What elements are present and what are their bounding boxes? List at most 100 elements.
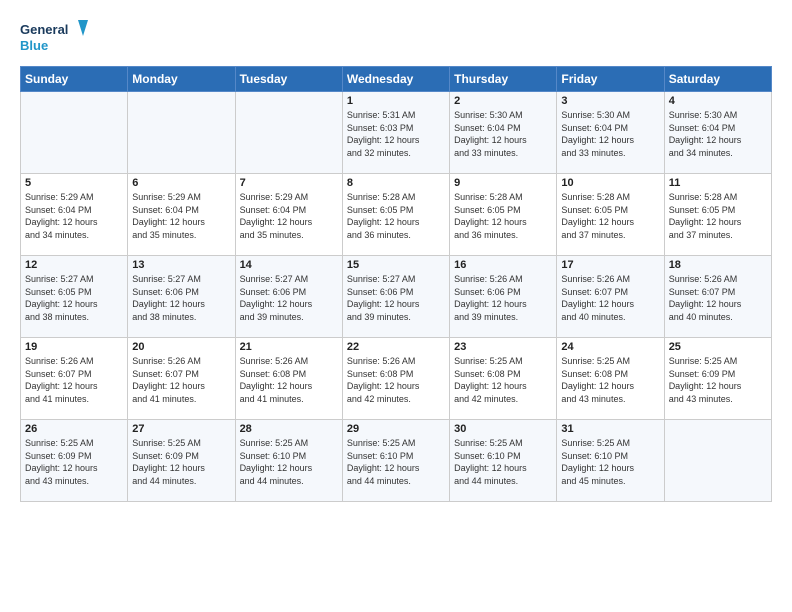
day-number: 24 [561,341,659,353]
svg-text:Blue: Blue [20,38,48,53]
day-number: 15 [347,259,445,271]
day-info: Sunrise: 5:26 AM Sunset: 6:07 PM Dayligh… [561,273,659,323]
day-number: 22 [347,341,445,353]
logo-svg: General Blue [20,16,90,58]
cell-week4-day4: 22 Sunrise: 5:26 AM Sunset: 6:08 PM Dayli… [342,338,449,420]
cell-week1-day1 [21,92,128,174]
cell-week3-day3: 14 Sunrise: 5:27 AM Sunset: 6:06 PM Dayli… [235,256,342,338]
calendar-table: SundayMondayTuesdayWednesdayThursdayFrid… [20,66,772,502]
cell-week3-day2: 13Sunrise: 5:27 AM Sunset: 6:06 PM Dayli… [128,256,235,338]
cell-week2-day5: 9 Sunrise: 5:28 AM Sunset: 6:05 PM Daylig… [450,174,557,256]
cell-week4-day5: 23Sunrise: 5:25 AM Sunset: 6:08 PM Dayli… [450,338,557,420]
day-number: 8 [347,177,445,189]
day-info: Sunrise: 5:25 AM Sunset: 6:09 PM Dayligh… [669,355,767,405]
day-number: 16 [454,259,552,271]
day-info: Sunrise: 5:31 AM Sunset: 6:03 PM Dayligh… [347,109,445,159]
day-number: 30 [454,423,552,435]
cell-week4-day2: 20 Sunrise: 5:26 AM Sunset: 6:07 PM Dayli… [128,338,235,420]
cell-week1-day6: 3Sunrise: 5:30 AM Sunset: 6:04 PM Daylig… [557,92,664,174]
cell-week3-day1: 12 Sunrise: 5:27 AM Sunset: 6:05 PM Dayli… [21,256,128,338]
cell-week1-day7: 4 Sunrise: 5:30 AM Sunset: 6:04 PM Daylig… [664,92,771,174]
day-info: Sunrise: 5:25 AM Sunset: 6:08 PM Dayligh… [454,355,552,405]
day-number: 13 [132,259,230,271]
day-info: Sunrise: 5:26 AM Sunset: 6:07 PM Dayligh… [25,355,123,405]
day-number: 7 [240,177,338,189]
cell-week5-day7 [664,420,771,502]
day-info: Sunrise: 5:25 AM Sunset: 6:10 PM Dayligh… [347,437,445,487]
week-row-5: 26 Sunrise: 5:25 AM Sunset: 6:09 PM Dayli… [21,420,772,502]
day-info: Sunrise: 5:26 AM Sunset: 6:07 PM Dayligh… [669,273,767,323]
cell-week5-day1: 26Sunrise: 5:25 AM Sunset: 6:09 PM Dayli… [21,420,128,502]
cell-week3-day6: 17 Sunrise: 5:26 AM Sunset: 6:07 PM Dayli… [557,256,664,338]
week-row-3: 12 Sunrise: 5:27 AM Sunset: 6:05 PM Dayli… [21,256,772,338]
cell-week2-day2: 6Sunrise: 5:29 AM Sunset: 6:04 PM Daylig… [128,174,235,256]
cell-week1-day3 [235,92,342,174]
cell-week3-day5: 16Sunrise: 5:26 AM Sunset: 6:06 PM Dayli… [450,256,557,338]
day-info: Sunrise: 5:27 AM Sunset: 6:06 PM Dayligh… [240,273,338,323]
header: General Blue [20,16,772,58]
logo: General Blue [20,16,90,58]
day-number: 17 [561,259,659,271]
cell-week2-day4: 8 Sunrise: 5:28 AM Sunset: 6:05 PM Daylig… [342,174,449,256]
day-number: 12 [25,259,123,271]
week-row-1: 1Sunrise: 5:31 AM Sunset: 6:03 PM Daylig… [21,92,772,174]
day-info: Sunrise: 5:29 AM Sunset: 6:04 PM Dayligh… [132,191,230,241]
day-number: 28 [240,423,338,435]
day-info: Sunrise: 5:30 AM Sunset: 6:04 PM Dayligh… [669,109,767,159]
day-info: Sunrise: 5:26 AM Sunset: 6:08 PM Dayligh… [240,355,338,405]
day-info: Sunrise: 5:25 AM Sunset: 6:08 PM Dayligh… [561,355,659,405]
cell-week5-day2: 27Sunrise: 5:25 AM Sunset: 6:09 PM Dayli… [128,420,235,502]
day-number: 11 [669,177,767,189]
day-number: 10 [561,177,659,189]
day-info: Sunrise: 5:29 AM Sunset: 6:04 PM Dayligh… [240,191,338,241]
day-info: Sunrise: 5:30 AM Sunset: 6:04 PM Dayligh… [454,109,552,159]
cell-week4-day7: 25 Sunrise: 5:25 AM Sunset: 6:09 PM Dayli… [664,338,771,420]
day-number: 20 [132,341,230,353]
header-day-saturday: Saturday [664,67,771,92]
day-number: 5 [25,177,123,189]
week-row-4: 19 Sunrise: 5:26 AM Sunset: 6:07 PM Dayli… [21,338,772,420]
cell-week4-day6: 24 Sunrise: 5:25 AM Sunset: 6:08 PM Dayli… [557,338,664,420]
day-info: Sunrise: 5:28 AM Sunset: 6:05 PM Dayligh… [347,191,445,241]
day-number: 26 [25,423,123,435]
calendar-page: General Blue SundayMondayTuesdayWednesda… [0,0,792,512]
cell-week4-day3: 21 Sunrise: 5:26 AM Sunset: 6:08 PM Dayli… [235,338,342,420]
day-number: 21 [240,341,338,353]
day-number: 31 [561,423,659,435]
header-day-monday: Monday [128,67,235,92]
day-number: 4 [669,95,767,107]
cell-week2-day7: 11Sunrise: 5:28 AM Sunset: 6:05 PM Dayli… [664,174,771,256]
day-info: Sunrise: 5:29 AM Sunset: 6:04 PM Dayligh… [25,191,123,241]
day-info: Sunrise: 5:25 AM Sunset: 6:10 PM Dayligh… [561,437,659,487]
header-day-thursday: Thursday [450,67,557,92]
day-number: 19 [25,341,123,353]
day-number: 2 [454,95,552,107]
day-info: Sunrise: 5:25 AM Sunset: 6:10 PM Dayligh… [454,437,552,487]
day-info: Sunrise: 5:27 AM Sunset: 6:06 PM Dayligh… [347,273,445,323]
cell-week1-day5: 2 Sunrise: 5:30 AM Sunset: 6:04 PM Daylig… [450,92,557,174]
cell-week2-day3: 7 Sunrise: 5:29 AM Sunset: 6:04 PM Daylig… [235,174,342,256]
day-info: Sunrise: 5:25 AM Sunset: 6:09 PM Dayligh… [132,437,230,487]
cell-week5-day4: 29 Sunrise: 5:25 AM Sunset: 6:10 PM Dayli… [342,420,449,502]
header-day-tuesday: Tuesday [235,67,342,92]
cell-week2-day6: 10 Sunrise: 5:28 AM Sunset: 6:05 PM Dayli… [557,174,664,256]
cell-week1-day2 [128,92,235,174]
day-info: Sunrise: 5:26 AM Sunset: 6:08 PM Dayligh… [347,355,445,405]
day-number: 25 [669,341,767,353]
day-info: Sunrise: 5:26 AM Sunset: 6:07 PM Dayligh… [132,355,230,405]
day-info: Sunrise: 5:27 AM Sunset: 6:05 PM Dayligh… [25,273,123,323]
day-info: Sunrise: 5:30 AM Sunset: 6:04 PM Dayligh… [561,109,659,159]
header-day-friday: Friday [557,67,664,92]
week-row-2: 5 Sunrise: 5:29 AM Sunset: 6:04 PM Daylig… [21,174,772,256]
svg-text:General: General [20,22,68,37]
cell-week5-day5: 30 Sunrise: 5:25 AM Sunset: 6:10 PM Dayli… [450,420,557,502]
cell-week3-day4: 15 Sunrise: 5:27 AM Sunset: 6:06 PM Dayli… [342,256,449,338]
cell-week4-day1: 19 Sunrise: 5:26 AM Sunset: 6:07 PM Dayli… [21,338,128,420]
day-info: Sunrise: 5:28 AM Sunset: 6:05 PM Dayligh… [561,191,659,241]
cell-week2-day1: 5 Sunrise: 5:29 AM Sunset: 6:04 PM Daylig… [21,174,128,256]
day-number: 9 [454,177,552,189]
day-info: Sunrise: 5:28 AM Sunset: 6:05 PM Dayligh… [454,191,552,241]
day-number: 29 [347,423,445,435]
cell-week3-day7: 18Sunrise: 5:26 AM Sunset: 6:07 PM Dayli… [664,256,771,338]
day-number: 14 [240,259,338,271]
